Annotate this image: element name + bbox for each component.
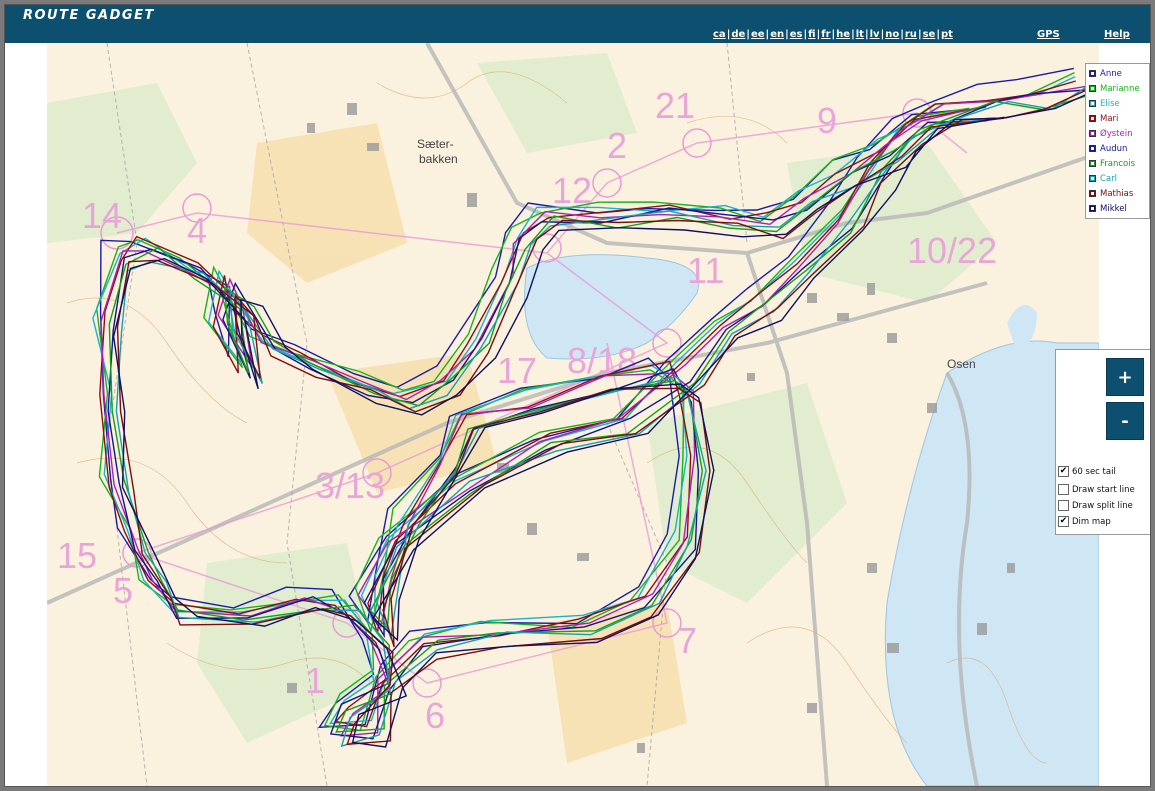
map-canvas[interactable]: 2121214 411 10/2217 8/183/131557619 Sæter-b… xyxy=(47,43,1099,786)
language-link-ru[interactable]: ru xyxy=(905,29,917,40)
checkbox-label: Draw split line xyxy=(1072,500,1133,511)
checkbox-label: Dim map xyxy=(1072,516,1111,527)
checkbox[interactable]: ✔ xyxy=(1058,516,1069,527)
runner-legend-item[interactable]: Marianne xyxy=(1086,81,1149,96)
gps-link[interactable]: GPS xyxy=(1037,29,1060,40)
runner-legend-item[interactable]: Mathias xyxy=(1086,186,1149,201)
checkbox-label: 60 sec tail xyxy=(1072,466,1116,477)
control-number-label: 21 xyxy=(655,85,695,126)
language-link-ca[interactable]: ca xyxy=(713,29,726,40)
runner-color-swatch[interactable] xyxy=(1089,175,1096,182)
language-link-se[interactable]: se xyxy=(923,29,936,40)
runner-legend-item[interactable]: Øystein xyxy=(1086,126,1149,141)
runner-color-swatch[interactable] xyxy=(1089,190,1096,197)
runner-name: Audun xyxy=(1100,143,1128,154)
language-link-no[interactable]: no xyxy=(885,29,899,40)
runner-name: Øystein xyxy=(1100,128,1133,139)
runner-name: Mikkel xyxy=(1100,203,1127,214)
runner-color-swatch[interactable] xyxy=(1089,130,1096,137)
language-link-fi[interactable]: fi xyxy=(808,29,815,40)
runner-color-swatch[interactable] xyxy=(1089,160,1096,167)
option-dim-map[interactable]: ✔ Dim map xyxy=(1058,516,1111,527)
runner-legend-item[interactable]: Mikkel xyxy=(1086,201,1149,216)
checkbox[interactable]: ✔ xyxy=(1058,466,1069,477)
checkbox[interactable] xyxy=(1058,500,1069,511)
language-link-lt[interactable]: lt xyxy=(856,29,864,40)
app-window: ROUTE GADGET ca|de|ee|en|es|fi|fr|he|lt|… xyxy=(4,4,1151,787)
language-link-de[interactable]: de xyxy=(731,29,745,40)
language-link-en[interactable]: en xyxy=(770,29,784,40)
control-number-label: 1 xyxy=(305,660,325,701)
checkbox[interactable] xyxy=(1058,484,1069,495)
language-link-pt[interactable]: pt xyxy=(941,29,953,40)
control-number-label: 4 xyxy=(187,210,207,251)
zoom-out-button[interactable]: - xyxy=(1106,402,1144,440)
control-number-label: 14 xyxy=(82,195,122,236)
zoom-in-button[interactable]: + xyxy=(1106,358,1144,396)
runner-color-swatch[interactable] xyxy=(1089,85,1096,92)
orienteering-map[interactable]: 21 2 12 14 4 11 10/22 17 8/18 3/13 15 5 7 6 1 9 Sæter-b… xyxy=(47,43,1099,786)
control-number-label: 10/22 xyxy=(907,230,997,271)
map-control-panel: + - ✔ 60 sec tail Draw start line Draw spli… xyxy=(1055,349,1150,535)
control-number-label: 2 xyxy=(607,125,627,166)
place-name-label: bakken xyxy=(419,152,458,166)
runner-color-swatch[interactable] xyxy=(1089,70,1096,77)
runner-legend-item[interactable]: Mari xyxy=(1086,111,1149,126)
language-links: ca|de|ee|en|es|fi|fr|he|lt|lv|no|ru|se|p… xyxy=(713,29,953,40)
language-link-ee[interactable]: ee xyxy=(751,29,765,40)
runner-color-swatch[interactable] xyxy=(1089,145,1096,152)
control-number-label: 9 xyxy=(817,100,837,141)
runner-name: Elise xyxy=(1100,98,1120,109)
checkbox-label: Draw start line xyxy=(1072,484,1135,495)
runner-color-swatch[interactable] xyxy=(1089,115,1096,122)
runner-legend: Anne Marianne Elise Mari Øystein Audun Francoi… xyxy=(1085,63,1150,219)
control-number-label: 17 xyxy=(497,350,537,391)
runner-color-swatch[interactable] xyxy=(1089,205,1096,212)
help-link[interactable]: Help xyxy=(1104,29,1130,40)
control-number-label: 6 xyxy=(425,695,445,736)
header-bar: ROUTE GADGET ca|de|ee|en|es|fi|fr|he|lt|… xyxy=(5,5,1150,43)
place-name-label: Sæter- xyxy=(417,137,454,151)
control-number-label: 7 xyxy=(677,620,697,661)
language-link-lv[interactable]: lv xyxy=(870,29,880,40)
language-link-fr[interactable]: fr xyxy=(821,29,830,40)
option-draw-start-line[interactable]: Draw start line xyxy=(1058,484,1135,495)
runner-name: Mathias xyxy=(1100,188,1134,199)
control-number-label: 3/13 xyxy=(315,465,385,506)
language-link-he[interactable]: he xyxy=(836,29,850,40)
language-link-es[interactable]: es xyxy=(790,29,803,40)
runner-legend-item[interactable]: Elise xyxy=(1086,96,1149,111)
runner-name: Marianne xyxy=(1100,83,1140,94)
runner-color-swatch[interactable] xyxy=(1089,100,1096,107)
routegadget-logo: ROUTE GADGET xyxy=(23,8,155,23)
option-draw-split-line[interactable]: Draw split line xyxy=(1058,500,1133,511)
option-60-sec-tail[interactable]: ✔ 60 sec tail xyxy=(1058,466,1116,477)
runner-legend-item[interactable]: Audun xyxy=(1086,141,1149,156)
runner-name: Anne xyxy=(1100,68,1122,79)
runner-legend-item[interactable]: Carl xyxy=(1086,171,1149,186)
runner-legend-item[interactable]: Francois xyxy=(1086,156,1149,171)
runner-name: Francois xyxy=(1100,158,1136,169)
control-number-label: 11 xyxy=(687,250,724,291)
place-name-label: Osen xyxy=(947,357,976,371)
runner-legend-item[interactable]: Anne xyxy=(1086,66,1149,81)
control-number-label: 5 xyxy=(113,570,133,611)
runner-name: Carl xyxy=(1100,173,1117,184)
control-number-label: 15 xyxy=(57,535,97,576)
runner-name: Mari xyxy=(1100,113,1119,124)
